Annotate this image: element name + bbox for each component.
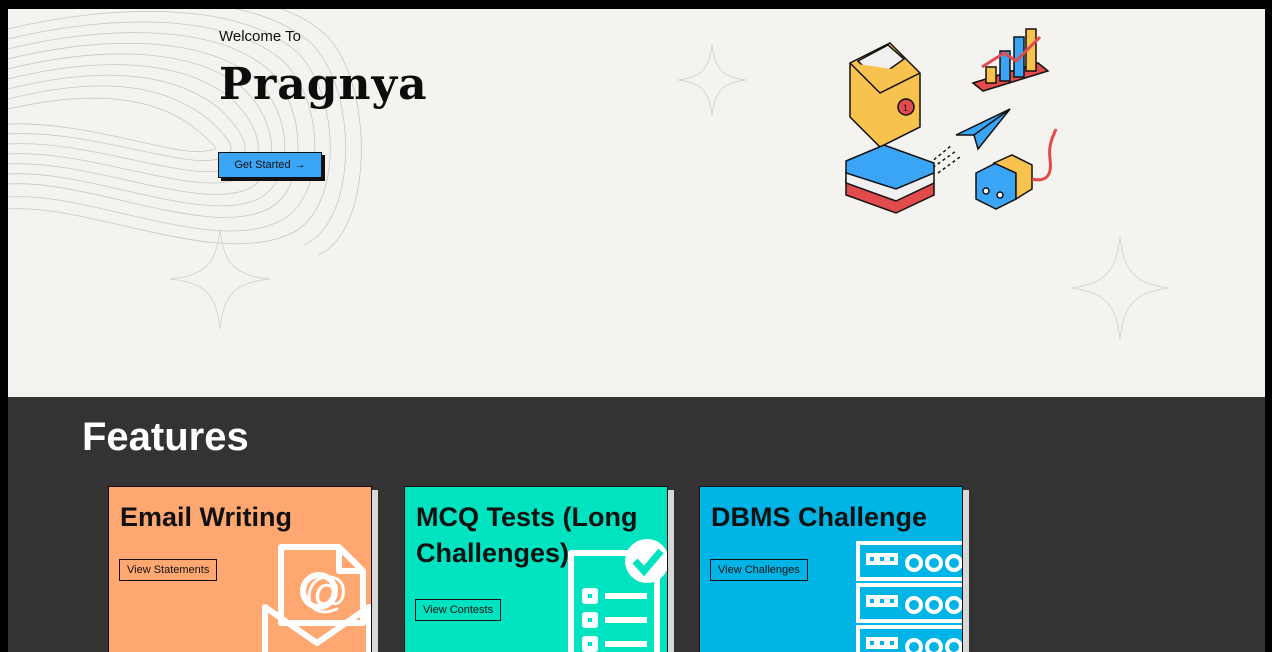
feature-card-email-writing[interactable]: Email Writing View Statements @ (108, 486, 372, 652)
email-at-icon: @ (262, 544, 371, 652)
svg-text:@: @ (304, 568, 349, 617)
bar-chart-illustration (971, 28, 1050, 92)
server-rack-icon (856, 541, 962, 652)
hero-section: Welcome To Pragnya Get Started → 1 (8, 9, 1265, 397)
view-contests-button[interactable]: View Contests (415, 599, 502, 621)
checklist-icon (568, 539, 667, 652)
view-statements-button[interactable]: View Statements (119, 559, 218, 581)
brand-title: Pragnya (219, 59, 428, 110)
welcome-text: Welcome To (219, 28, 301, 45)
get-started-button[interactable]: Get Started → (218, 152, 322, 178)
features-heading: Features (82, 415, 249, 459)
get-started-label: Get Started (234, 159, 291, 171)
features-section: Features Email Writing View Statements @… (8, 397, 1265, 652)
decorative-waves (8, 9, 1169, 340)
books-illustration (845, 144, 935, 214)
hero-illustration: 1 (845, 28, 1058, 214)
feature-card-mcq-tests[interactable]: MCQ Tests (Long Challenges) View Contest… (404, 486, 668, 652)
envelope-illustration: 1 (849, 42, 921, 148)
svg-text:1: 1 (903, 103, 908, 113)
arrow-right-icon: → (294, 159, 306, 171)
card-title: DBMS Challenge (711, 502, 928, 532)
plug-illustration (975, 128, 1058, 210)
view-challenges-button[interactable]: View Challenges (710, 559, 808, 581)
feature-card-dbms-challenge[interactable]: DBMS Challenge View Challenges (699, 486, 963, 652)
